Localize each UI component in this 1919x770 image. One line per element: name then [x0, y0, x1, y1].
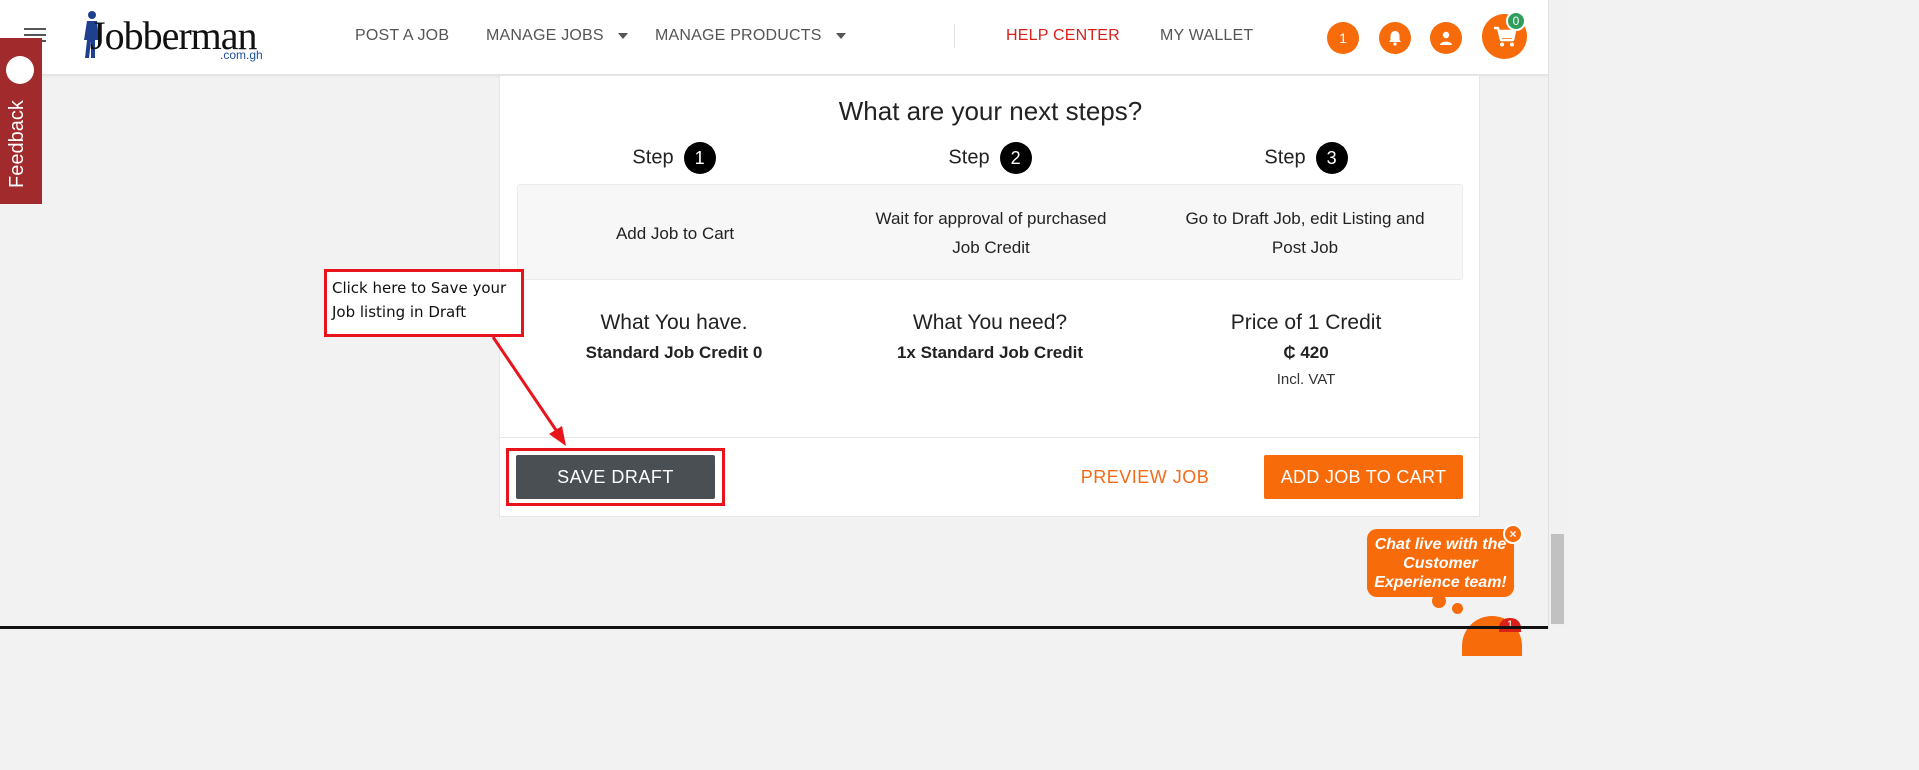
chat-unread-badge: 1 — [1499, 618, 1521, 632]
close-icon[interactable]: × — [1503, 524, 1523, 544]
annotation-arrow-icon — [491, 336, 566, 446]
chat-bubble-tail — [1432, 594, 1446, 608]
scrollbar-thumb[interactable] — [1551, 534, 1564, 624]
live-chat-prompt[interactable]: Chat live with the Customer Experience t… — [1367, 529, 1514, 597]
window-bottom-edge — [0, 626, 1548, 629]
chat-bubble-tail — [1452, 603, 1463, 614]
